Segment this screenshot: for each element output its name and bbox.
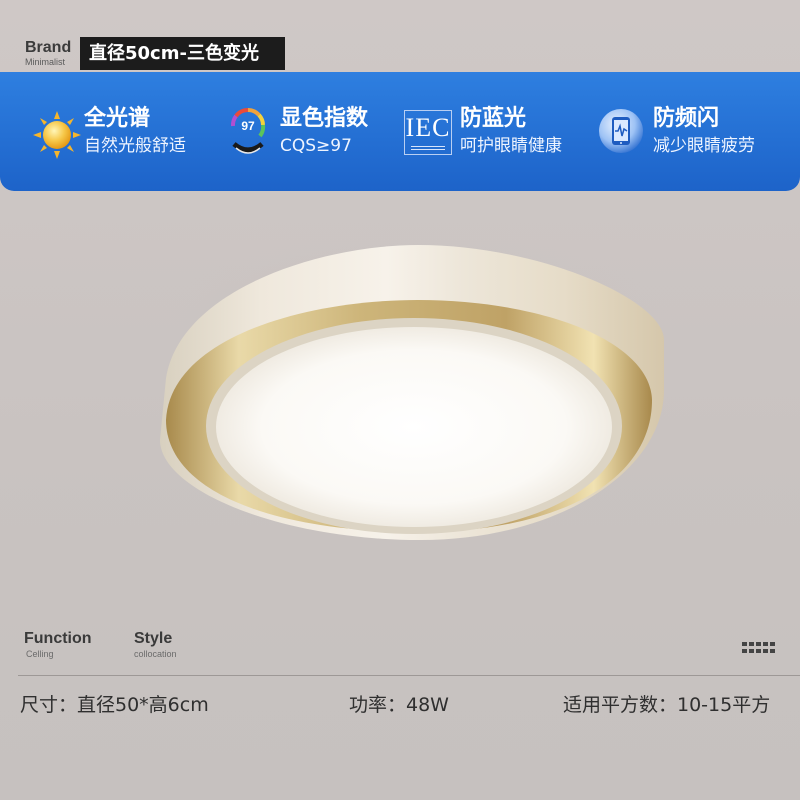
divider xyxy=(18,675,800,676)
spec-area: 适用平方数：10-15平方 xyxy=(563,694,771,716)
sun-icon xyxy=(33,111,81,159)
tab-style[interactable]: Style xyxy=(134,630,172,648)
tab-function[interactable]: Function xyxy=(24,630,92,648)
tab-function-subtitle: Celling xyxy=(26,649,54,659)
iec-certification-icon: IEC xyxy=(404,110,452,155)
feature-subtitle: 减少眼睛疲劳 xyxy=(653,136,755,156)
brand-name: Brand xyxy=(25,39,72,56)
feature-subtitle: CQS≥97 xyxy=(280,136,352,156)
anti-flicker-phone-icon xyxy=(599,109,643,153)
feature-title: 全光谱 xyxy=(84,106,151,131)
brand-logo: Brand Minimalist xyxy=(25,40,71,68)
feature-subtitle: 呵护眼睛健康 xyxy=(460,136,562,156)
feature-title: 防蓝光 xyxy=(460,106,527,131)
gauge-value: 97 xyxy=(241,119,255,133)
iec-label: IEC xyxy=(405,113,451,142)
spec-power: 功率：48W xyxy=(349,694,449,716)
feature-subtitle: 自然光般舒适 xyxy=(84,136,186,156)
brand-tagline: Minimalist xyxy=(25,57,66,67)
grid-dots-icon[interactable] xyxy=(742,642,776,654)
color-index-gauge-icon: 97 xyxy=(230,108,266,154)
ceiling-lamp-image xyxy=(144,230,684,540)
tab-style-subtitle: collocation xyxy=(134,649,177,659)
spec-size: 尺寸：直径50*高6cm xyxy=(20,694,209,716)
feature-title: 防频闪 xyxy=(653,106,720,131)
feature-title: 显色指数 xyxy=(280,106,369,131)
product-title: 直径50cm-三色变光 xyxy=(80,37,285,70)
